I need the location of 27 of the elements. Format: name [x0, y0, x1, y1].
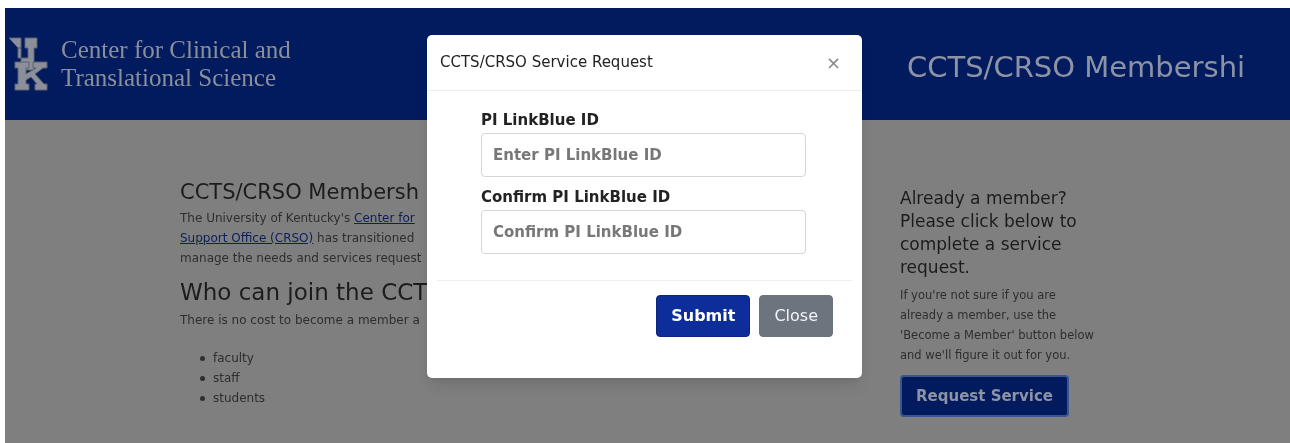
bullet-icon	[200, 375, 205, 381]
modal-title: CCTS/CRSO Service Request	[440, 52, 653, 74]
paragraph-line: manage the needs and services request	[180, 250, 422, 267]
aside-heading: Already a member? Please click below to complete a service request.	[900, 187, 1078, 279]
text-link[interactable]: Support Office (CRSO)	[180, 231, 314, 245]
bullet-icon	[200, 395, 205, 401]
paragraph-line: The University of Kentucky's Center for	[180, 210, 416, 227]
banner-title: CCTS/CRSO Membershi	[906, 49, 1247, 87]
list-item: faculty	[213, 350, 254, 367]
bullet-icon	[200, 355, 205, 361]
list-item: staff	[213, 370, 240, 387]
paragraph: There is no cost to become a member a	[180, 312, 420, 329]
paragraph-line: Support Office (CRSO) has transitioned	[180, 230, 416, 247]
logo-text: Center for Clinical and	[61, 36, 291, 64]
id-input-field[interactable]: Confirm PI LinkBlue ID	[481, 210, 806, 254]
paragraph: If you're not sure if you are already a member, use the 'Become a Member' button below and we'll figure it out for you.	[900, 287, 1095, 364]
section-heading: CCTS/CRSO Membersh	[180, 179, 419, 206]
submit-button[interactable]: Submit	[656, 295, 751, 337]
field-label: PI LinkBlue ID	[481, 110, 600, 130]
close-button[interactable]: Close	[759, 295, 833, 337]
id-input-field[interactable]: Enter PI LinkBlue ID	[481, 133, 806, 177]
list-item: students	[213, 390, 266, 407]
text-link[interactable]: Center for	[354, 211, 415, 225]
section-heading: Who can join the CCT	[180, 278, 428, 307]
field-label: Confirm PI LinkBlue ID	[481, 187, 672, 207]
request-service-button[interactable]: Request Service	[900, 375, 1069, 417]
logo-text: Translational Science	[61, 64, 277, 92]
